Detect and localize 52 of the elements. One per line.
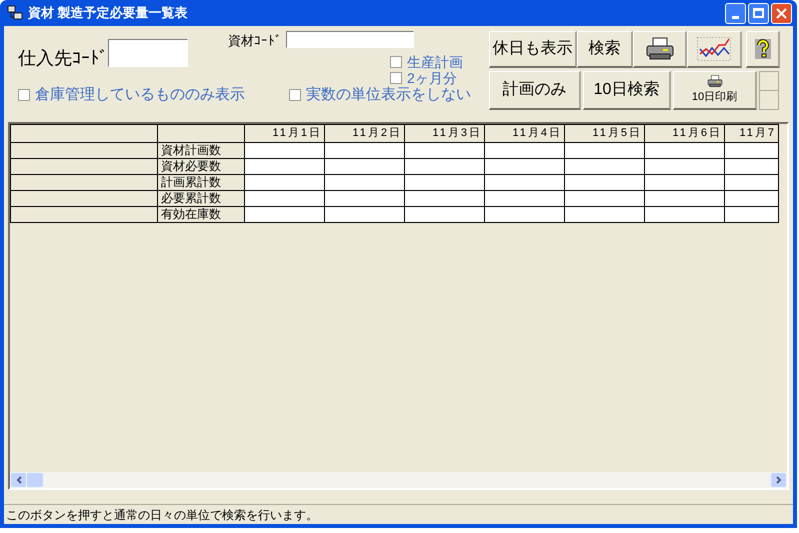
window-title: 資材 製造予定必要量一覧表 — [28, 4, 188, 22]
scroll-right-button[interactable] — [771, 473, 786, 487]
scroll-thumb[interactable] — [27, 473, 43, 487]
date-header: 11月2日 — [324, 124, 404, 142]
date-header: 11月6日 — [644, 124, 724, 142]
row-label: 資材必要数 — [158, 158, 244, 174]
table-cell — [724, 142, 778, 158]
line-chart-icon — [697, 37, 731, 61]
checkbox-label: 2ヶ月分 — [407, 70, 457, 84]
checkbox[interactable] — [18, 88, 30, 100]
date-header: 11月7 — [724, 124, 778, 142]
print-button[interactable]: 10日印刷 — [673, 71, 757, 110]
date-header: 11月1日 — [244, 124, 324, 142]
horizontal-scrollbar[interactable] — [10, 472, 787, 488]
date-header: 11月5日 — [564, 124, 644, 142]
checkbox-label: 実数の単位表示をしない — [306, 87, 471, 102]
checkbox[interactable] — [390, 56, 402, 68]
material-code-label: 資材ｺｰﾄﾞ — [228, 32, 282, 50]
printer-icon — [644, 37, 674, 61]
table-cell — [724, 206, 778, 222]
row-label: 計画累計数 — [158, 174, 244, 190]
help-button[interactable] — [746, 31, 780, 68]
toolbar-button[interactable]: 10日検索 — [583, 71, 671, 110]
print-button[interactable] — [633, 31, 687, 68]
checkbox-label: 生産計画 — [407, 54, 463, 68]
maximize-button[interactable] — [748, 2, 769, 24]
supplier-code-field[interactable] — [108, 39, 188, 67]
minimize-button[interactable] — [725, 2, 746, 24]
toolbar-button[interactable]: 計画のみ — [489, 71, 581, 110]
help-icon — [754, 39, 770, 59]
printer-icon — [706, 74, 722, 88]
row-label: 資材計画数 — [158, 142, 244, 158]
supplier-code-label: 仕入先ｺｰﾄﾞ — [18, 47, 108, 70]
row-label: 必要累計数 — [158, 190, 244, 206]
table-cell — [724, 190, 778, 206]
status-text: このボタンを押すと通常の日々の単位で検索を行います。 — [6, 506, 318, 524]
app-icon — [7, 5, 23, 21]
date-header: 11月4日 — [484, 124, 564, 142]
checkbox-label: 倉庫管理しているもののみ表示 — [35, 87, 245, 102]
table-cell — [724, 174, 778, 190]
checkbox[interactable] — [390, 72, 402, 84]
close-button[interactable] — [771, 2, 792, 24]
toolbar-button[interactable]: 検索 — [577, 31, 633, 68]
toolbar-button[interactable]: 休日も表示 — [489, 31, 577, 68]
date-header: 11月3日 — [404, 124, 484, 142]
row-label: 有効在庫数 — [158, 206, 244, 222]
table-cell — [724, 158, 778, 174]
material-code-field[interactable] — [286, 31, 414, 48]
checkbox[interactable] — [289, 88, 301, 100]
chart-button[interactable] — [687, 31, 742, 68]
close-icon — [776, 8, 787, 18]
scroll-left-button[interactable] — [11, 473, 26, 487]
